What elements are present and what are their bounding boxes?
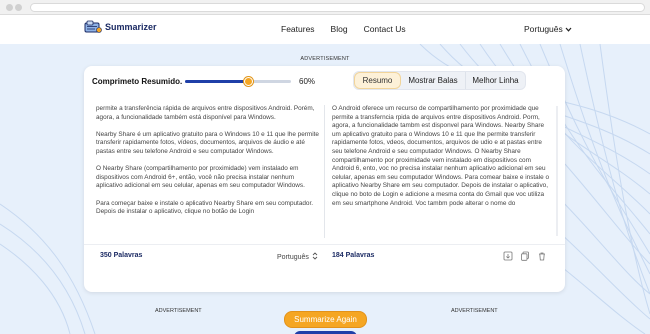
site-header: Summarizer Features Blog Contact Us Port… <box>0 15 650 44</box>
input-paragraph: Para começar baixe e instale o aplicativ… <box>96 199 314 216</box>
summary-length-percent: 60% <box>299 77 316 86</box>
input-word-count: 350 Palavras <box>100 252 143 259</box>
summary-length-label: Comprimeto Resumido. <box>92 77 183 86</box>
trash-icon[interactable] <box>536 250 547 261</box>
mode-tabs: Resumo Mostrar Balas Melhor Linha <box>353 71 526 90</box>
input-paragraph: permite a transferência rápida de arquiv… <box>96 105 315 121</box>
input-paragraph: Nearby Share é um aplicativo gratuito pa… <box>96 130 319 155</box>
copy-icon[interactable] <box>519 250 530 261</box>
output-paragraph: O Android oferece um recurso de comparti… <box>332 105 550 207</box>
window-dot-icon <box>6 4 13 11</box>
language-selector[interactable]: Português <box>524 24 572 34</box>
language-label: Português <box>524 24 563 34</box>
tab-resumo[interactable]: Resumo <box>354 72 401 89</box>
advertisement-label: ADVERTISEMENT <box>300 56 350 62</box>
input-paragraph: O Nearby Share (compartilhamento por pro… <box>96 165 305 190</box>
output-tools <box>502 250 547 261</box>
nav-contact[interactable]: Contact Us <box>364 24 406 34</box>
pane-divider <box>324 105 325 238</box>
download-icon[interactable] <box>502 250 513 261</box>
browser-chrome <box>0 0 650 15</box>
summary-length-slider[interactable] <box>185 77 291 86</box>
summarizer-card: Comprimeto Resumido. 60% Resumo Mostrar … <box>84 66 565 292</box>
advertisement-right: ADVERTISEMENT <box>451 308 498 314</box>
logo-icon <box>84 20 102 34</box>
slider-fill <box>185 80 249 83</box>
logo[interactable]: Summarizer <box>84 20 157 34</box>
main-nav: Features Blog Contact Us <box>281 24 406 34</box>
logo-text: Summarizer <box>105 22 157 32</box>
window-dot-icon <box>15 4 22 11</box>
tab-melhor-linha[interactable]: Melhor Linha <box>465 72 525 89</box>
address-bar[interactable] <box>30 3 645 12</box>
language-select-label: Português <box>277 253 309 261</box>
language-select[interactable]: Português <box>277 252 318 262</box>
slider-handle[interactable] <box>244 77 254 86</box>
tab-mostrar-balas[interactable]: Mostrar Balas <box>401 72 465 89</box>
output-word-count: 184 Palavras <box>332 252 375 259</box>
updown-chevron-icon <box>312 252 318 262</box>
nav-features[interactable]: Features <box>281 24 315 34</box>
footer-divider <box>84 244 565 245</box>
nav-blog[interactable]: Blog <box>331 24 348 34</box>
input-text-area[interactable]: permite a transferência rápida de arquiv… <box>96 105 320 238</box>
summarize-again-button[interactable]: Summarize Again <box>284 311 367 328</box>
chevron-down-icon <box>565 24 572 34</box>
output-scrollbar[interactable] <box>556 106 558 236</box>
output-text-area: O Android oferece um recurso de comparti… <box>332 105 554 238</box>
advertisement-left: ADVERTISEMENT <box>155 308 202 314</box>
